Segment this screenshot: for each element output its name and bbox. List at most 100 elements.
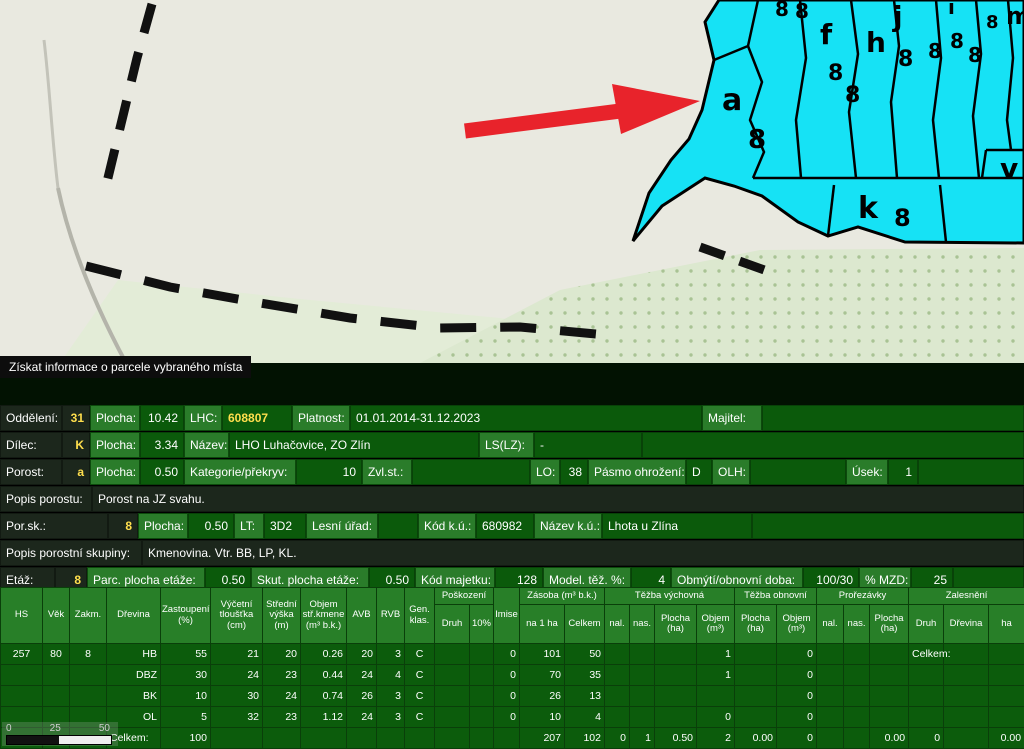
- col-vek: Věk: [43, 588, 70, 644]
- table-row: 257808HB5521200.26203C01015010Celkem:: [1, 644, 1024, 665]
- nazev-label: Název:: [184, 432, 229, 458]
- map-label: 8: [795, 0, 809, 23]
- lslz-label: LS(LZ):: [479, 432, 534, 458]
- stand-table: HS Věk Zakm. Dřevina Zastoupení (%) Výče…: [0, 587, 1024, 749]
- table-cell: 0.44: [301, 665, 347, 686]
- table-cell: 24: [263, 686, 301, 707]
- map-tooltip: Získat informace o parcele vybraného mís…: [0, 356, 251, 378]
- table-totals-row: Celkem:100207102010.5020.0000.0000.00: [1, 728, 1024, 749]
- col-celkem: Celkem: [565, 605, 605, 644]
- table-cell: [43, 665, 70, 686]
- zvlst-label: Zvl.st.:: [362, 459, 412, 485]
- table-cell: 0.00: [870, 728, 909, 749]
- forest-map[interactable]: a888f88hj8888i8mk8v: [0, 0, 1024, 363]
- table-cell: 0.50: [655, 728, 697, 749]
- plocha3-label: Plocha:: [90, 459, 140, 485]
- nazev-value: LHO Luhačovice, ZO Zlín: [229, 432, 479, 458]
- col-zal-druh: Druh: [909, 605, 944, 644]
- group-zasoba: Zásoba (m³ b.k.): [520, 588, 605, 605]
- table-cell: 207: [520, 728, 565, 749]
- table-cell: 5: [161, 707, 211, 728]
- usek-value: 1: [888, 459, 918, 485]
- lo-value: 38: [560, 459, 588, 485]
- map-label: 8: [748, 125, 766, 155]
- plocha1-label: Plocha:: [90, 405, 140, 431]
- table-cell: [944, 728, 989, 749]
- table-cell: [697, 686, 735, 707]
- table-cell: [870, 686, 909, 707]
- map-label: f: [820, 18, 833, 51]
- table-cell: [844, 728, 870, 749]
- table-cell: [844, 665, 870, 686]
- table-cell: 70: [520, 665, 565, 686]
- table-cell: 0: [494, 686, 520, 707]
- table-cell: [844, 686, 870, 707]
- table-cell: [735, 644, 777, 665]
- table-cell: 23: [263, 665, 301, 686]
- dilec-value: K: [62, 432, 90, 458]
- table-cell: [435, 644, 470, 665]
- col-zakm: Zakm.: [70, 588, 107, 644]
- scalebar-0: 0: [6, 723, 12, 734]
- table-cell: [211, 728, 263, 749]
- table-cell: 0: [494, 707, 520, 728]
- table-cell: [1, 665, 43, 686]
- popis-skupiny-label: Popis porostní skupiny:: [0, 540, 142, 566]
- group-prorezavky: Prořezávky: [817, 588, 909, 605]
- table-cell: 0.74: [301, 686, 347, 707]
- table-cell: 21: [211, 644, 263, 665]
- table-cell: 1: [697, 644, 735, 665]
- table-cell: [944, 707, 989, 728]
- table-cell: HB: [107, 644, 161, 665]
- table-cell: [630, 707, 655, 728]
- lt-value: 3D2: [264, 513, 306, 539]
- table-cell: 10: [520, 707, 565, 728]
- info-row-dilec: Dílec: K Plocha: 3.34 Název: LHO Luhačov…: [0, 432, 1024, 459]
- table-row: DBZ3024230.44244C0703510: [1, 665, 1024, 686]
- table-cell: [944, 665, 989, 686]
- usek-label: Úsek:: [846, 459, 888, 485]
- table-cell: 0: [494, 644, 520, 665]
- table-cell: 24: [347, 707, 377, 728]
- popis-skupiny-value: Kmenovina. Vtr. BB, LP, KL.: [142, 540, 1024, 566]
- table-cell: [817, 728, 844, 749]
- table-cell: 50: [565, 644, 605, 665]
- plocha2-label: Plocha:: [90, 432, 140, 458]
- popis-porostu-value: Porost na JZ svahu.: [92, 486, 1024, 512]
- nazev-ku-label: Název k.ú.:: [534, 513, 602, 539]
- kategorie-value: 10: [296, 459, 362, 485]
- table-cell: [909, 686, 944, 707]
- stand-table-wrap: HS Věk Zakm. Dřevina Zastoupení (%) Výče…: [0, 587, 1024, 749]
- plocha4-value: 0.50: [188, 513, 234, 539]
- table-cell: [43, 686, 70, 707]
- porost-row-spacer: [918, 459, 1024, 485]
- app-screen: a888f88hj8888i8mk8v Získat informace o p…: [0, 0, 1024, 748]
- table-cell: [605, 686, 630, 707]
- table-cell: 0: [777, 707, 817, 728]
- table-cell: 3: [377, 707, 405, 728]
- table-cell: [844, 707, 870, 728]
- map-scalebar: 0 25 50: [2, 722, 118, 746]
- scalebar-bar: [6, 735, 112, 745]
- porost-label: Porost:: [0, 459, 62, 485]
- zvlst-value: [412, 459, 530, 485]
- col-gen: Gen. klas.: [405, 588, 435, 644]
- group-poskozeni: Poškození: [435, 588, 494, 605]
- table-cell: 0.00: [989, 728, 1024, 749]
- table-cell: C: [405, 686, 435, 707]
- col-avb: AVB: [347, 588, 377, 644]
- table-cell: 55: [161, 644, 211, 665]
- lslz-value: -: [534, 432, 642, 458]
- table-cell: [263, 728, 301, 749]
- table-cell: 0: [605, 728, 630, 749]
- porsk-row-spacer: [752, 513, 1024, 539]
- table-cell: [470, 728, 494, 749]
- table-cell: [817, 707, 844, 728]
- map-label: 8: [828, 61, 843, 86]
- map-label: j: [892, 0, 903, 33]
- map-label: 8: [968, 43, 982, 67]
- popis-porostu-label: Popis porostu:: [0, 486, 92, 512]
- scalebar-50: 50: [99, 723, 110, 734]
- plocha3-value: 0.50: [140, 459, 184, 485]
- table-row: OL532231.12243C010400: [1, 707, 1024, 728]
